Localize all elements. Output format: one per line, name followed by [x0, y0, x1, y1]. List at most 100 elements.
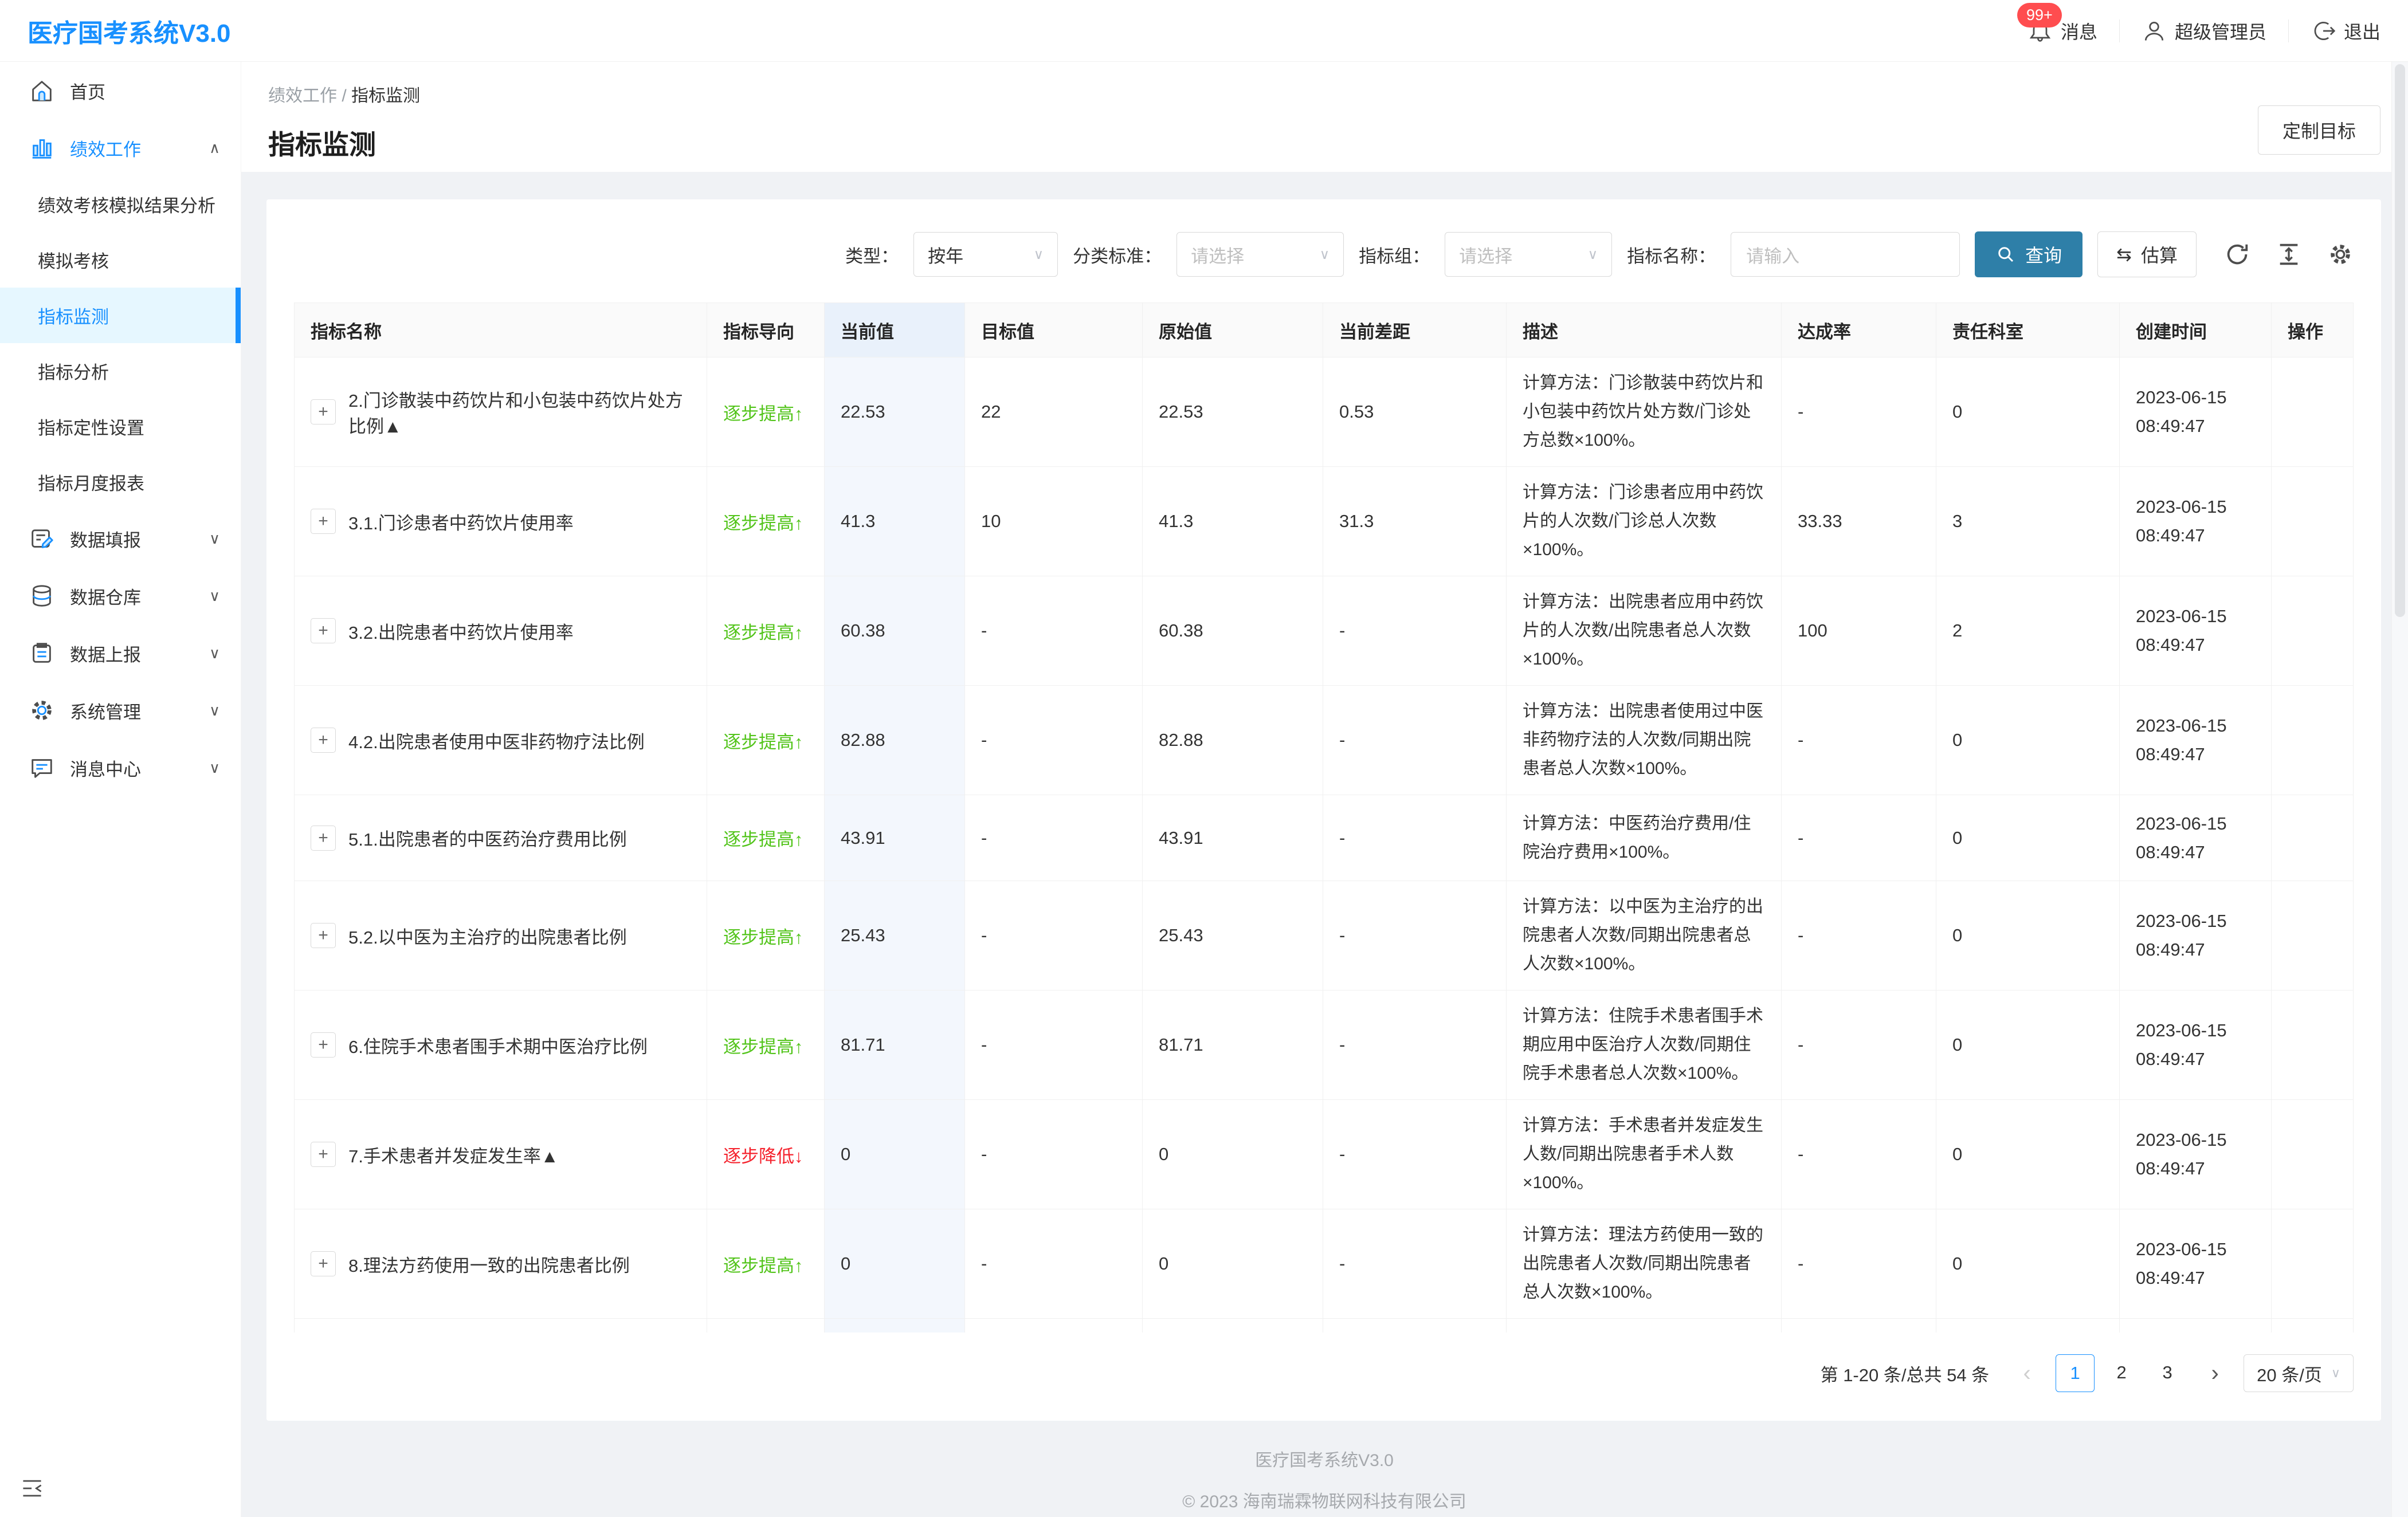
cell-department: 0 — [1936, 991, 2120, 1100]
indicator-name-text: 6.住院手术患者围手术期中医治疗比例 — [348, 1032, 648, 1058]
indicator-name-text: 7.手术患者并发症发生率▲ — [348, 1142, 559, 1168]
cell-achievement-rate: - — [1782, 1209, 1936, 1319]
footer-copyright: © 2023 海南瑞霖物联网科技有限公司 — [241, 1487, 2408, 1512]
estimate-icon: ⇆ — [2116, 243, 2132, 265]
messages-menu[interactable]: 99+ 消息 — [2027, 18, 2097, 44]
cell-created-time: 2023-06-15 08:49:47 — [2120, 357, 2272, 467]
sidebar-subitem-indicator-qualitative[interactable]: 指标定性设置 — [0, 399, 241, 454]
expand-row-button[interactable]: + — [311, 618, 336, 643]
chevron-down-icon: ∨ — [209, 644, 220, 662]
cell-achievement-rate: - — [1782, 881, 1936, 991]
pagination-total: 第 1-20 条/总共 54 条 — [1821, 1361, 1990, 1386]
cell-operation — [2272, 576, 2354, 686]
page-size-select[interactable]: 20 条/页 ∨ — [2244, 1354, 2354, 1392]
sidebar-item-performance[interactable]: 绩效工作 ∧ — [0, 119, 241, 176]
cell-indicator-name: +6.住院手术患者围手术期中医治疗比例 — [295, 991, 707, 1100]
cell-department: 2 — [1936, 576, 2120, 686]
cell-description: 计算方法：以中医为主治疗的出院患者人次数/同期出院患者总人次数×100%。 — [1507, 881, 1782, 991]
cell-current-gap: - — [1323, 1100, 1507, 1209]
settings-gear-icon[interactable] — [2327, 241, 2354, 268]
cell-achievement-rate: - — [1782, 991, 1936, 1100]
cell-current-gap: 0.53 — [1323, 357, 1507, 467]
indicator-group-select[interactable]: 请选择 ∨ — [1445, 232, 1612, 277]
cell-original-value: 25.43 — [1143, 881, 1323, 991]
page-scrollbar[interactable] — [2391, 62, 2408, 1517]
bar-chart-icon — [29, 135, 55, 161]
sidebar-subitem-indicator-monitor[interactable]: 指标监测 — [0, 288, 241, 343]
expand-row-button[interactable]: + — [311, 826, 336, 851]
content-area: 类型： 按年 ∨ 分类标准： 请选择 ∨ 指标组： 请选择 ∨ 指标名称： 请输… — [241, 199, 2408, 1512]
sidebar-item-data-entry[interactable]: 数据填报 ∨ — [0, 510, 241, 567]
cell-original-value: 243.94 — [1143, 1319, 1323, 1333]
table-row: +5.1.出院患者的中医药治疗费用比例逐步提高↑43.91-43.91-计算方法… — [295, 795, 2354, 881]
cell-operation — [2272, 467, 2354, 576]
expand-row-button[interactable]: + — [311, 1032, 336, 1058]
type-select[interactable]: 按年 ∨ — [913, 232, 1058, 277]
cell-created-time: 2023-06-15 08:49:47 — [2120, 1100, 2272, 1209]
cell-direction: 逐步提高↑ — [707, 576, 825, 686]
pagination-page-3[interactable]: 3 — [2148, 1354, 2186, 1391]
sidebar-collapse-icon[interactable] — [19, 1476, 45, 1501]
cell-direction: 逐步提高↑ — [707, 357, 825, 467]
expand-row-button[interactable]: + — [311, 728, 336, 753]
logout-button[interactable]: 退出 — [2311, 18, 2380, 44]
custom-target-button[interactable]: 定制目标 — [2258, 105, 2380, 155]
breadcrumb-parent[interactable]: 绩效工作 — [268, 87, 337, 105]
cell-target-value: 10 — [965, 467, 1143, 576]
indicator-table: 指标名称指标导向当前值目标值原始值当前差距描述达成率责任科室创建时间操作 +2.… — [294, 302, 2354, 1333]
cell-original-value: 82.88 — [1143, 686, 1323, 795]
cell-operation — [2272, 1100, 2354, 1209]
cell-direction: 逐步提高↑ — [707, 1209, 825, 1319]
sidebar-subitem-sim-assessment[interactable]: 模拟考核 — [0, 232, 241, 288]
cell-original-value: 43.91 — [1143, 795, 1323, 881]
cell-description: 计算方法：手术患者并发症发生人数/同期出院患者手术人数×100%。 — [1507, 1100, 1782, 1209]
table-row: +7.手术患者并发症发生率▲逐步降低↓0-0-计算方法：手术患者并发症发生人数/… — [295, 1100, 2354, 1209]
sidebar-item-message-center[interactable]: 消息中心 ∨ — [0, 739, 241, 796]
pagination-page-2[interactable]: 2 — [2103, 1354, 2140, 1391]
indicator-name-input[interactable]: 请输入 — [1731, 232, 1960, 277]
search-button-label: 查询 — [2025, 241, 2062, 268]
expand-row-button[interactable]: + — [311, 399, 336, 425]
cell-department: 0 — [1936, 881, 2120, 991]
chevron-down-icon: ∨ — [209, 702, 220, 720]
refresh-icon[interactable] — [2224, 241, 2250, 268]
expand-row-button[interactable]: + — [311, 1251, 336, 1276]
pagination-page-1[interactable]: 1 — [2056, 1354, 2095, 1392]
cell-direction: 逐步降低↓ — [707, 1100, 825, 1209]
cell-indicator-name: +4.2.出院患者使用中医非药物疗法比例 — [295, 686, 707, 795]
cell-current-gap: - — [1323, 1319, 1507, 1333]
search-button[interactable]: 查询 — [1975, 231, 2083, 277]
scrollbar-thumb[interactable] — [2395, 64, 2405, 617]
pagination-prev-icon[interactable]: ‹ — [2010, 1355, 2044, 1392]
sidebar-subitem-indicator-monthly-report[interactable]: 指标月度报表 — [0, 454, 241, 510]
main-content: 绩效工作 / 指标监测 指标监测 定制目标 类型： 按年 ∨ 分类标准： 请选择… — [241, 62, 2408, 1517]
message-count-badge: 99+ — [2017, 3, 2062, 27]
cell-description: 计算方法：门诊散装中药饮片和小包装中药饮片处方数/门诊处方总数×100%。 — [1507, 357, 1782, 467]
expand-row-button[interactable]: + — [311, 509, 336, 534]
chevron-down-icon: ∨ — [1034, 246, 1044, 263]
estimate-button[interactable]: ⇆ 估算 — [2097, 231, 2197, 277]
sidebar-subitem-label: 模拟考核 — [38, 247, 109, 273]
sidebar-item-data-report[interactable]: 数据上报 ∨ — [0, 624, 241, 682]
table-row: +9.抗菌药物使用强度（DDD）▲逐步降低↓243.94-243.94-计算方法… — [295, 1319, 2354, 1333]
breadcrumb-separator: / — [342, 87, 351, 105]
density-icon[interactable] — [2276, 241, 2302, 268]
expand-row-button[interactable]: + — [311, 923, 336, 948]
sidebar-item-data-warehouse[interactable]: 数据仓库 ∨ — [0, 567, 241, 624]
sidebar-item-home[interactable]: 首页 — [0, 62, 241, 119]
cell-current-value: 60.38 — [825, 576, 965, 686]
user-icon — [2142, 18, 2167, 44]
sidebar-subitem-label: 指标监测 — [38, 302, 109, 328]
cell-target-value: - — [965, 1319, 1143, 1333]
cell-created-time: 2023-06-15 08:49:47 — [2120, 991, 2272, 1100]
sidebar-item-system-management[interactable]: 系统管理 ∨ — [0, 682, 241, 739]
sidebar-subitem-indicator-analysis[interactable]: 指标分析 — [0, 343, 241, 399]
expand-row-button[interactable]: + — [311, 1142, 336, 1167]
sidebar-subitem-sim-result-analysis[interactable]: 绩效考核模拟结果分析 — [0, 176, 241, 232]
category-standard-select[interactable]: 请选择 ∨ — [1176, 232, 1344, 277]
user-menu[interactable]: 超级管理员 — [2142, 18, 2266, 44]
cell-current-gap: - — [1323, 991, 1507, 1100]
cell-direction: 逐步降低↓ — [707, 1319, 825, 1333]
pagination-next-icon[interactable]: › — [2198, 1355, 2232, 1392]
cell-indicator-name: +3.2.出院患者中药饮片使用率 — [295, 576, 707, 686]
